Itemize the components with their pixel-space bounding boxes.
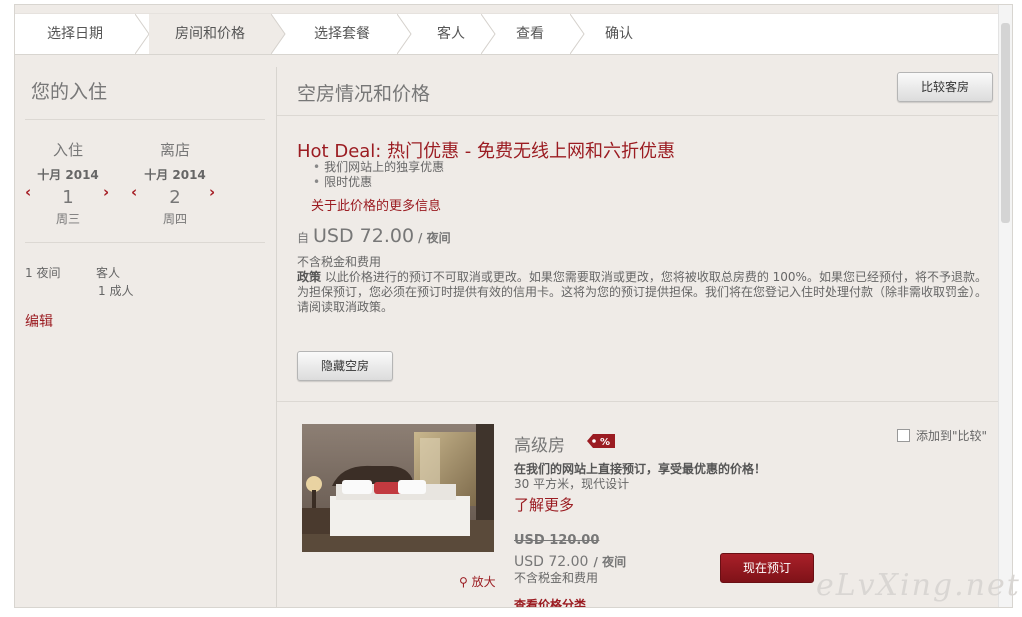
- checkin-month: 十月 2014: [37, 168, 99, 182]
- step-select-package[interactable]: 选择套餐: [287, 14, 397, 54]
- step-review[interactable]: 查看: [495, 14, 565, 54]
- chevron-right-icon: [570, 14, 585, 54]
- scrollbar[interactable]: [998, 5, 1012, 607]
- tax-note: 不含税金和费用: [297, 255, 382, 269]
- rate-breakdown-link[interactable]: 查看价格分类: [514, 596, 586, 607]
- guests-label: 客人: [96, 266, 121, 280]
- step-rooms-and-rates[interactable]: 房间和价格: [149, 14, 271, 54]
- nights-count: 1 夜间: [25, 266, 61, 280]
- room-tax-note: 不含税金和费用: [514, 571, 599, 585]
- availability-panel: 空房情况和价格 比较客房 Hot Deal: 热门优惠 - 免费无线上网和六折优…: [277, 67, 998, 607]
- checkout-day: 2: [169, 187, 181, 208]
- checkout-label: 离店: [159, 141, 190, 159]
- policy-label: 政策: [297, 270, 322, 284]
- compare-rooms-button[interactable]: 比较客房: [897, 72, 993, 102]
- step-label: 客人: [437, 26, 465, 42]
- room-name: 高级房: [514, 436, 565, 456]
- divider: [25, 119, 265, 120]
- room-size: 30 平方米，现代设计: [514, 477, 630, 491]
- hot-deal-prefix: Hot Deal:: [297, 141, 382, 162]
- scrollbar-thumb[interactable]: [1001, 23, 1010, 223]
- cancellation-policy: 政策 以此价格进行的预订不可取消或更改。如果您需要取消或更改，您将被收取总房费的…: [297, 270, 995, 315]
- book-now-button[interactable]: 现在预订: [720, 553, 814, 583]
- step-label: 选择套餐: [314, 26, 370, 42]
- checkin-weekday: 周三: [55, 212, 80, 226]
- list-item: 限时优惠: [323, 175, 444, 190]
- checkin-day: 1: [62, 187, 74, 208]
- room-price-per-night: / 夜间: [593, 555, 627, 569]
- checkin-next-arrow[interactable]: ›: [103, 183, 109, 201]
- zoom-link[interactable]: ⚲ 放大: [459, 573, 496, 590]
- room-photo[interactable]: [302, 424, 494, 552]
- original-price: USD 120.00: [514, 533, 600, 548]
- hide-rooms-button[interactable]: 隐藏空房: [297, 351, 393, 381]
- step-select-dates[interactable]: 选择日期: [15, 14, 135, 54]
- room-price-amount: USD 72.00: [514, 554, 589, 570]
- step-confirm[interactable]: 确认: [587, 14, 651, 54]
- discount-tag-icon: %: [587, 433, 617, 453]
- deal-bullets: 我们网站上的独享优惠 限时优惠: [323, 160, 444, 190]
- magnifier-icon: ⚲: [459, 575, 472, 589]
- step-label: 确认: [605, 26, 633, 42]
- checkout-next-arrow[interactable]: ›: [209, 183, 215, 201]
- add-to-compare-checkbox[interactable]: 添加到"比较": [897, 427, 987, 444]
- price-amount: USD 72.00: [313, 225, 415, 247]
- booking-frame: 选择日期 房间和价格 选择套餐 客人 查看 确认 您的入住 ‹ 入住 十月 20…: [14, 4, 1013, 608]
- more-rate-info-link[interactable]: 关于此价格的更多信息: [311, 195, 441, 214]
- divider: [277, 401, 998, 402]
- checkin-label: 入住: [52, 141, 83, 159]
- hot-deal-name: 热门优惠 - 免费无线上网和六折优惠: [381, 141, 676, 162]
- policy-text: 以此价格进行的预订不可取消或更改。如果您需要取消或更改，您将被收取总房费的 10…: [297, 270, 988, 314]
- stay-summary-panel: 您的入住 ‹ 入住 十月 2014 1 周三 › ‹ 离店 十月 2014 2 …: [15, 67, 277, 607]
- step-label: 查看: [516, 26, 544, 42]
- guests-value: 1 成人: [98, 284, 134, 298]
- learn-more-link[interactable]: 了解更多: [514, 494, 574, 515]
- deal-price: 自 USD 72.00/ 夜间: [297, 225, 451, 247]
- divider: [25, 242, 265, 243]
- watermark: eLvXing.net: [816, 568, 1021, 603]
- availability-title: 空房情况和价格: [297, 83, 431, 105]
- step-navigation: 选择日期 房间和价格 选择套餐 客人 查看 确认: [15, 13, 998, 55]
- zoom-label: 放大: [471, 575, 496, 589]
- step-guests[interactable]: 客人: [411, 14, 491, 54]
- price-per-night: / 夜间: [418, 231, 451, 245]
- checkin-date[interactable]: 入住 十月 2014 1 周三: [23, 139, 113, 227]
- list-item: 我们网站上的独享优惠: [323, 160, 444, 175]
- divider: [277, 115, 998, 116]
- checkout-weekday: 周四: [162, 212, 187, 226]
- edit-stay-link[interactable]: 编辑: [25, 311, 53, 331]
- checkout-date[interactable]: 离店 十月 2014 2 周四: [130, 139, 220, 227]
- room-price: USD 72.00 / 夜间: [514, 551, 626, 570]
- price-from-label: 自: [297, 231, 310, 245]
- checkout-month: 十月 2014: [144, 168, 206, 182]
- compare-label: 添加到"比较": [916, 429, 988, 443]
- step-label: 选择日期: [47, 26, 103, 42]
- stay-summary-title: 您的入住: [31, 81, 108, 103]
- checkbox-icon[interactable]: [897, 429, 910, 442]
- discount-badge-text: %: [600, 437, 610, 448]
- chevron-right-icon: [271, 14, 286, 54]
- step-label: 房间和价格: [175, 26, 245, 42]
